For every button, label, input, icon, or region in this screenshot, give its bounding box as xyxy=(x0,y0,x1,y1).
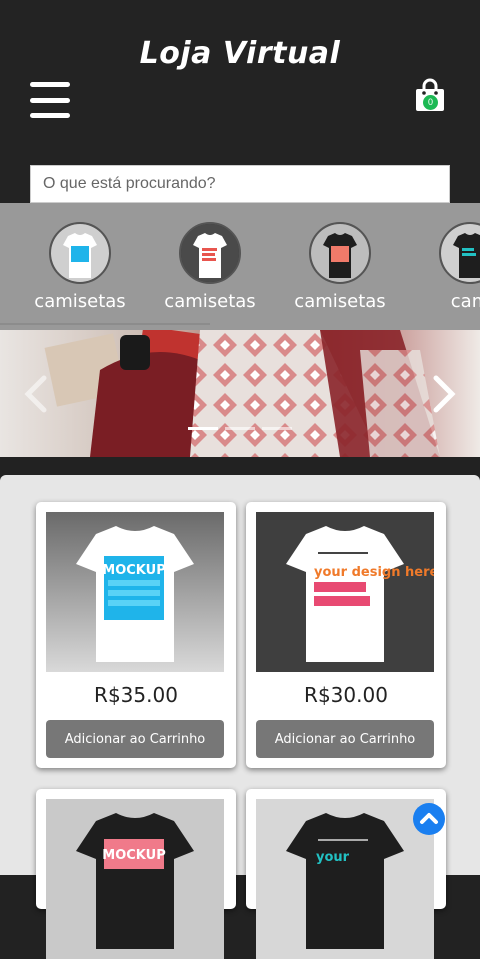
banner-carousel[interactable] xyxy=(0,330,480,457)
category-item[interactable]: camisetas xyxy=(280,222,400,312)
product-card: MOCKUP R$35.00 Adicionar ao Carrinho xyxy=(36,502,236,768)
product-image[interactable]: your xyxy=(256,799,434,959)
shirt-print-text: MOCKUP xyxy=(102,563,165,578)
carousel-dot[interactable] xyxy=(225,427,255,430)
category-label: camisetas xyxy=(34,291,126,312)
header: Loja Virtual 0 xyxy=(0,0,480,203)
banner-image xyxy=(0,330,480,457)
shirt-print-text: your design here. xyxy=(314,565,434,580)
category-item[interactable]: camisetas xyxy=(20,222,140,312)
chevron-left-icon[interactable] xyxy=(20,374,52,414)
shirt-print-text: MOCKUP xyxy=(102,848,165,863)
shirt-print-text: your xyxy=(316,850,350,865)
category-item[interactable]: cam xyxy=(410,222,480,312)
carousel-dot[interactable] xyxy=(262,427,292,430)
category-item[interactable]: camisetas xyxy=(150,222,270,312)
carousel-indicators xyxy=(188,427,293,430)
product-image[interactable]: MOCKUP xyxy=(46,512,224,672)
category-image xyxy=(179,222,241,284)
category-label: cam xyxy=(450,291,480,312)
add-to-cart-button[interactable]: Adicionar ao Carrinho xyxy=(46,720,224,758)
search-input[interactable] xyxy=(30,165,450,203)
carousel-dot-active[interactable] xyxy=(188,427,218,430)
category-strip: camisetas camisetas camisetas ca xyxy=(0,203,480,330)
cart-button[interactable]: 0 xyxy=(414,78,446,112)
hamburger-menu-icon[interactable] xyxy=(30,80,70,120)
add-to-cart-button[interactable]: Adicionar ao Carrinho xyxy=(256,720,434,758)
category-label: camisetas xyxy=(294,291,386,312)
site-title: Loja Virtual xyxy=(139,36,341,71)
product-image[interactable]: your design here. xyxy=(256,512,434,672)
product-card: your design here. R$30.00 Adicionar ao C… xyxy=(246,502,446,768)
product-card: MOCKUP xyxy=(36,789,236,959)
chevron-right-icon[interactable] xyxy=(428,374,460,414)
category-label: camisetas xyxy=(164,291,256,312)
cart-count-badge: 0 xyxy=(423,95,438,110)
product-image[interactable]: MOCKUP xyxy=(46,799,224,959)
product-grid: MOCKUP R$35.00 Adicionar ao Carrinho you… xyxy=(0,475,480,959)
category-scroll-indicator xyxy=(0,323,210,325)
category-image xyxy=(439,222,480,284)
product-price: R$30.00 xyxy=(304,683,388,707)
category-image xyxy=(49,222,111,284)
scroll-to-top-button[interactable] xyxy=(413,803,445,835)
product-price: R$35.00 xyxy=(94,683,178,707)
category-image xyxy=(309,222,371,284)
chevron-up-icon xyxy=(420,813,438,824)
